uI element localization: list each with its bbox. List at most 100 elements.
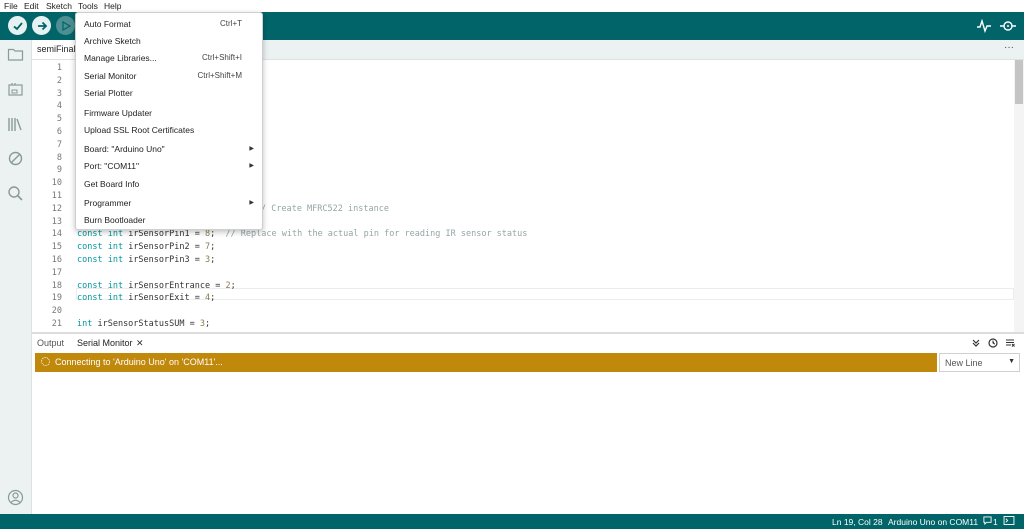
verify-button[interactable]	[8, 16, 27, 35]
line-number: 19	[51, 293, 62, 304]
line-number: 9	[56, 165, 62, 176]
tools-menu-item[interactable]: Burn Bootloader	[76, 215, 262, 229]
editor-scrollbar-thumb[interactable]	[1015, 60, 1023, 104]
no-debug-icon	[8, 151, 23, 166]
more-tabs-menu[interactable]: ···	[1004, 42, 1014, 53]
library-manager-button[interactable]	[6, 115, 25, 134]
menu-file[interactable]: File	[4, 1, 18, 11]
boards-manager-button[interactable]	[6, 80, 25, 99]
line-number: 17	[51, 267, 62, 278]
tools-menu-item-label: Firmware Updater	[84, 108, 153, 118]
line-number: 6	[56, 127, 62, 137]
tab-semifinal[interactable]: semiFinal	[32, 40, 81, 59]
serial-output-area[interactable]	[32, 373, 1024, 514]
tools-menu-item[interactable]: Upload SSL Root Certificates	[76, 125, 262, 139]
tools-menu-item[interactable]: Get Board Info	[76, 179, 262, 193]
tools-menu-item[interactable]: Serial Monitor Ctrl+Shift+M	[76, 71, 262, 85]
debug-panel-button[interactable]	[6, 149, 25, 168]
line-number: 18	[51, 280, 62, 291]
menu-tools[interactable]: Tools	[78, 1, 98, 11]
close-serial-monitor-icon[interactable]: ✕	[136, 338, 144, 349]
sketchbook-button[interactable]	[6, 45, 25, 64]
timestamp-icon[interactable]	[988, 338, 998, 348]
notification-icon[interactable]	[983, 516, 992, 527]
board-port-status[interactable]: Arduino Uno on COM11	[888, 517, 978, 527]
line-number: 5	[56, 114, 62, 125]
tools-menu-item-label: Port: "COM11"	[84, 161, 140, 171]
loading-spinner-icon	[41, 357, 50, 366]
menu-help[interactable]: Help	[104, 1, 121, 11]
line-number: 13	[51, 216, 62, 227]
tools-menu-item-shortcut: Ctrl+Shift+I	[201, 53, 242, 62]
tools-menu-item[interactable]: Firmware Updater	[76, 108, 262, 122]
serial-plotter-button[interactable]	[976, 18, 992, 34]
editor-scrollbar[interactable]	[1014, 60, 1024, 332]
code-line[interactable]: / Create MFRC522 instance	[261, 204, 389, 214]
line-number: 4	[56, 101, 62, 112]
code-line[interactable]: int irSensorStatusSUM = 3;	[77, 319, 210, 329]
board-icon	[8, 83, 23, 96]
line-number: 10	[51, 178, 62, 189]
line-number: 11	[51, 191, 62, 201]
code-line[interactable]: const int irSensorExit = 4;	[77, 293, 215, 303]
library-icon	[8, 118, 22, 131]
tools-menu-item[interactable]: Auto Format Ctrl+T	[76, 19, 262, 33]
upload-button[interactable]	[32, 16, 51, 35]
tools-menu-item[interactable]: Manage Libraries... Ctrl+Shift+I	[76, 53, 262, 67]
tools-menu-item[interactable]: Archive Sketch	[76, 36, 262, 50]
line-number: 2	[56, 75, 62, 86]
chevron-down-icon: ▼	[1008, 358, 1015, 365]
line-number: 16	[51, 255, 62, 265]
menu-bar: File Edit Sketch Tools Help	[0, 0, 1024, 12]
tools-menu-item-label: Auto Format	[84, 19, 131, 29]
autoscroll-icon[interactable]	[971, 338, 981, 348]
line-number: 8	[56, 152, 62, 163]
menu-sketch[interactable]: Sketch	[46, 1, 72, 11]
line-number: 12	[51, 203, 62, 214]
clear-output-icon[interactable]	[1005, 338, 1015, 348]
sidebar	[0, 40, 32, 514]
tools-menu-item-label: Board: "Arduino Uno"	[84, 144, 165, 154]
bottom-panel-tabs: Output Serial Monitor ✕	[32, 334, 1024, 352]
folder-icon	[7, 48, 24, 61]
tools-menu-item-label: Programmer	[84, 198, 132, 208]
tools-menu-item-label: Burn Bootloader	[84, 215, 146, 225]
tools-menu-item[interactable]: Programmer ▶	[76, 198, 262, 212]
connection-status-bar: Connecting to 'Arduino Uno' on 'COM11'..…	[35, 353, 937, 372]
submenu-arrow-icon: ▶	[249, 200, 254, 206]
terminal-icon[interactable]	[1003, 516, 1015, 527]
tools-menu-item[interactable]: Port: "COM11" ▶	[76, 161, 262, 175]
line-number: 15	[51, 242, 62, 253]
tools-menu-item-shortcut: Ctrl+Shift+M	[197, 71, 242, 80]
line-ending-value: New Line	[945, 358, 983, 368]
serial-monitor-icon	[1000, 21, 1016, 31]
tab-output[interactable]: Output	[37, 338, 64, 348]
code-line[interactable]: const int irSensorEntrance = 2;	[77, 281, 236, 291]
connection-status-text: Connecting to 'Arduino Uno' on 'COM11'..…	[55, 357, 223, 367]
tools-menu-item[interactable]: Board: "Arduino Uno" ▶	[76, 144, 262, 158]
tab-serial-monitor[interactable]: Serial Monitor	[77, 338, 133, 348]
submenu-arrow-icon: ▶	[249, 146, 254, 152]
code-line[interactable]: const int irSensorPin3 = 3;	[77, 255, 215, 265]
check-icon	[12, 21, 23, 30]
line-number: 7	[56, 139, 62, 150]
serial-monitor-button[interactable]	[999, 18, 1017, 34]
tools-menu-item[interactable]: Serial Plotter	[76, 88, 262, 102]
tools-menu-item-label: Get Board Info	[84, 179, 140, 189]
line-number: 1	[56, 63, 62, 73]
code-line[interactable]: const int irSensorPin2 = 7;	[77, 242, 215, 252]
line-number: 21	[51, 319, 62, 329]
menu-edit[interactable]: Edit	[24, 1, 39, 11]
debug-button[interactable]	[56, 16, 75, 35]
line-number: 14	[51, 229, 62, 240]
line-ending-select[interactable]: New Line ▼	[939, 353, 1020, 372]
tools-dropdown-menu: Auto Format Ctrl+T Archive Sketch Manage Li…	[75, 12, 263, 230]
debug-icon	[61, 20, 71, 31]
tools-menu-item-shortcut: Ctrl+T	[220, 19, 242, 28]
account-button[interactable]	[6, 488, 25, 507]
search-button[interactable]	[6, 184, 25, 203]
line-number: 20	[51, 306, 62, 317]
code-line[interactable]: const int irSensorPin1 = 8; // Replace w…	[77, 229, 527, 239]
line-number: 3	[56, 88, 62, 99]
tools-menu-item-label: Serial Plotter	[84, 88, 133, 98]
